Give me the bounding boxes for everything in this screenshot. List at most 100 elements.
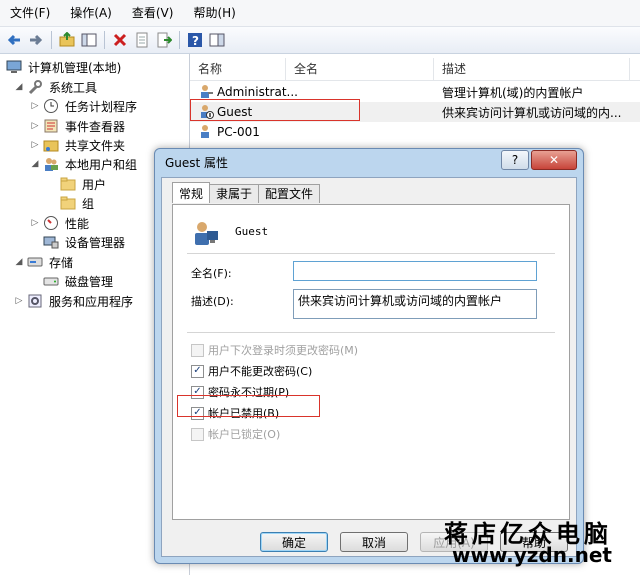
folder-icon bbox=[60, 195, 76, 211]
users-group-icon bbox=[43, 156, 59, 172]
expanded-arrow-icon[interactable]: ◢ bbox=[30, 159, 40, 169]
tree-label: 事件查看器 bbox=[65, 119, 126, 134]
menu-action[interactable]: 操作(A) bbox=[60, 0, 122, 26]
expanded-arrow-icon[interactable]: ◢ bbox=[14, 257, 24, 267]
device-manager-icon bbox=[43, 234, 59, 250]
tab-strip: 常规 隶属于 配置文件 bbox=[172, 182, 321, 203]
clock-icon bbox=[43, 98, 59, 114]
up-folder-icon[interactable] bbox=[57, 30, 77, 50]
tree-label: 设备管理器 bbox=[65, 235, 126, 250]
tree-label: 性能 bbox=[65, 216, 90, 231]
collapsed-arrow-icon[interactable]: ▷ bbox=[30, 140, 40, 150]
computer-management-icon bbox=[6, 59, 22, 75]
user-name: Administrat... bbox=[217, 85, 298, 99]
tree-item-services[interactable]: ▷ 服务和应用程序 bbox=[14, 292, 135, 310]
show-tree-icon[interactable] bbox=[79, 30, 99, 50]
storage-icon bbox=[27, 254, 43, 270]
tree-label: 共享文件夹 bbox=[65, 138, 126, 153]
back-arrow-icon[interactable] bbox=[4, 30, 24, 50]
tree-label: 组 bbox=[82, 196, 95, 211]
separator bbox=[187, 332, 555, 333]
tree-item-system-tools[interactable]: ◢ 系统工具 bbox=[14, 78, 99, 96]
tree-item-task-scheduler[interactable]: ▷ 任务计划程序 bbox=[30, 97, 139, 115]
tree-label: 系统工具 bbox=[49, 80, 98, 95]
account-locked-checkbox[interactable]: 帐户已锁定(O) bbox=[191, 426, 280, 442]
toolbar-separator bbox=[51, 31, 52, 49]
dialog-body: 常规 隶属于 配置文件 Guest 全名(F): 描述(D): 供来宾访问计算机… bbox=[161, 177, 577, 557]
ok-button[interactable]: 确定 bbox=[260, 532, 328, 552]
collapsed-arrow-icon[interactable]: ▷ bbox=[14, 296, 24, 306]
tree-label: 存储 bbox=[49, 255, 74, 270]
performance-icon bbox=[43, 215, 59, 231]
guest-properties-dialog: Guest 属性 ? ✕ 常规 隶属于 配置文件 Guest 全名(F): 描述… bbox=[154, 148, 584, 564]
collapsed-arrow-icon[interactable]: ▷ bbox=[30, 218, 40, 228]
watermark-url: www.yzdn.net bbox=[452, 543, 612, 567]
tree-label: 任务计划程序 bbox=[65, 99, 138, 114]
panel-icon[interactable] bbox=[207, 30, 227, 50]
user-icon bbox=[198, 123, 214, 142]
expanded-arrow-icon[interactable]: ◢ bbox=[14, 82, 24, 92]
fullname-input[interactable] bbox=[293, 261, 537, 281]
user-description: 管理计算机(域)的内置帐户 bbox=[442, 85, 584, 100]
fullname-label: 全名(F): bbox=[191, 267, 232, 280]
properties-icon[interactable] bbox=[132, 30, 152, 50]
svg-text:?: ? bbox=[192, 34, 199, 48]
dialog-close-button[interactable]: ✕ bbox=[531, 150, 577, 170]
checkbox-box[interactable] bbox=[191, 427, 204, 441]
disabled-checkbox-highlight-box bbox=[177, 395, 320, 417]
tab-member-of[interactable]: 隶属于 bbox=[209, 184, 260, 203]
collapsed-arrow-icon[interactable]: ▷ bbox=[30, 101, 40, 111]
tree-item-groups[interactable]: 组 bbox=[60, 194, 96, 212]
cannot-change-password-checkbox[interactable]: ✓ 用户不能更改密码(C) bbox=[191, 363, 312, 379]
tab-profile[interactable]: 配置文件 bbox=[258, 184, 321, 203]
list-header: 名称 全名 描述 bbox=[190, 58, 640, 81]
tree-label: 磁盘管理 bbox=[65, 274, 114, 289]
menu-view[interactable]: 查看(V) bbox=[122, 0, 184, 26]
menu-bar: 文件(F) 操作(A) 查看(V) 帮助(H) bbox=[0, 0, 640, 27]
general-tab-page: Guest 全名(F): 描述(D): 供来宾访问计算机或访问域的内置帐户 用户… bbox=[172, 204, 570, 520]
toolbar-separator bbox=[179, 31, 180, 49]
checkbox-box[interactable] bbox=[191, 343, 204, 357]
folder-icon bbox=[60, 176, 76, 192]
delete-icon[interactable] bbox=[110, 30, 130, 50]
tree-item-shared-folders[interactable]: ▷ 共享文件夹 bbox=[30, 136, 127, 154]
column-description-header[interactable]: 描述 bbox=[434, 58, 630, 80]
column-name-header[interactable]: 名称 bbox=[190, 58, 286, 80]
checkbox-label: 用户不能更改密码(C) bbox=[208, 365, 313, 378]
description-input[interactable]: 供来宾访问计算机或访问域的内置帐户 bbox=[293, 289, 537, 319]
user-description: 供来宾访问计算机或访问域的内... bbox=[442, 105, 622, 120]
help-icon[interactable]: ? bbox=[185, 30, 205, 50]
tools-icon bbox=[27, 79, 43, 95]
tree-item-device-manager[interactable]: 设备管理器 bbox=[43, 233, 127, 251]
list-item[interactable]: PC-001 bbox=[190, 122, 640, 142]
tree-item-performance[interactable]: ▷ 性能 bbox=[30, 214, 91, 232]
checkbox-label: 帐户已锁定(O) bbox=[208, 428, 281, 441]
description-label: 描述(D): bbox=[191, 295, 234, 308]
tab-general[interactable]: 常规 bbox=[172, 182, 211, 203]
export-icon[interactable] bbox=[154, 30, 174, 50]
must-change-password-checkbox[interactable]: 用户下次登录时须更改密码(M) bbox=[191, 342, 358, 358]
services-icon bbox=[27, 293, 43, 309]
checkbox-box[interactable]: ✓ bbox=[191, 364, 204, 378]
tree-item-disk-management[interactable]: 磁盘管理 bbox=[43, 272, 115, 290]
dialog-help-button[interactable]: ? bbox=[501, 150, 529, 170]
cancel-button[interactable]: 取消 bbox=[340, 532, 408, 552]
account-username: Guest bbox=[235, 225, 269, 238]
toolbar-separator bbox=[104, 31, 105, 49]
toolbar: ? bbox=[0, 27, 640, 54]
forward-arrow-icon[interactable] bbox=[26, 30, 46, 50]
menu-file[interactable]: 文件(F) bbox=[0, 0, 60, 26]
collapsed-arrow-icon[interactable]: ▷ bbox=[30, 121, 40, 131]
tree-item-users[interactable]: 用户 bbox=[60, 175, 109, 193]
tree-item-local-users[interactable]: ◢ 本地用户和组 bbox=[30, 155, 139, 173]
tree-item-event-viewer[interactable]: ▷ 事件查看器 bbox=[30, 117, 127, 135]
menu-help[interactable]: 帮助(H) bbox=[183, 0, 245, 26]
separator bbox=[187, 253, 555, 254]
user-avatar-icon bbox=[191, 219, 219, 247]
column-fullname-header[interactable]: 全名 bbox=[286, 58, 434, 80]
shared-folder-icon bbox=[43, 137, 59, 153]
tree-item-storage[interactable]: ◢ 存储 bbox=[14, 253, 75, 271]
dialog-title: Guest 属性 bbox=[165, 156, 229, 170]
checkbox-label: 用户下次登录时须更改密码(M) bbox=[208, 344, 359, 357]
tree-item-root[interactable]: 计算机管理(本地) bbox=[6, 58, 123, 76]
